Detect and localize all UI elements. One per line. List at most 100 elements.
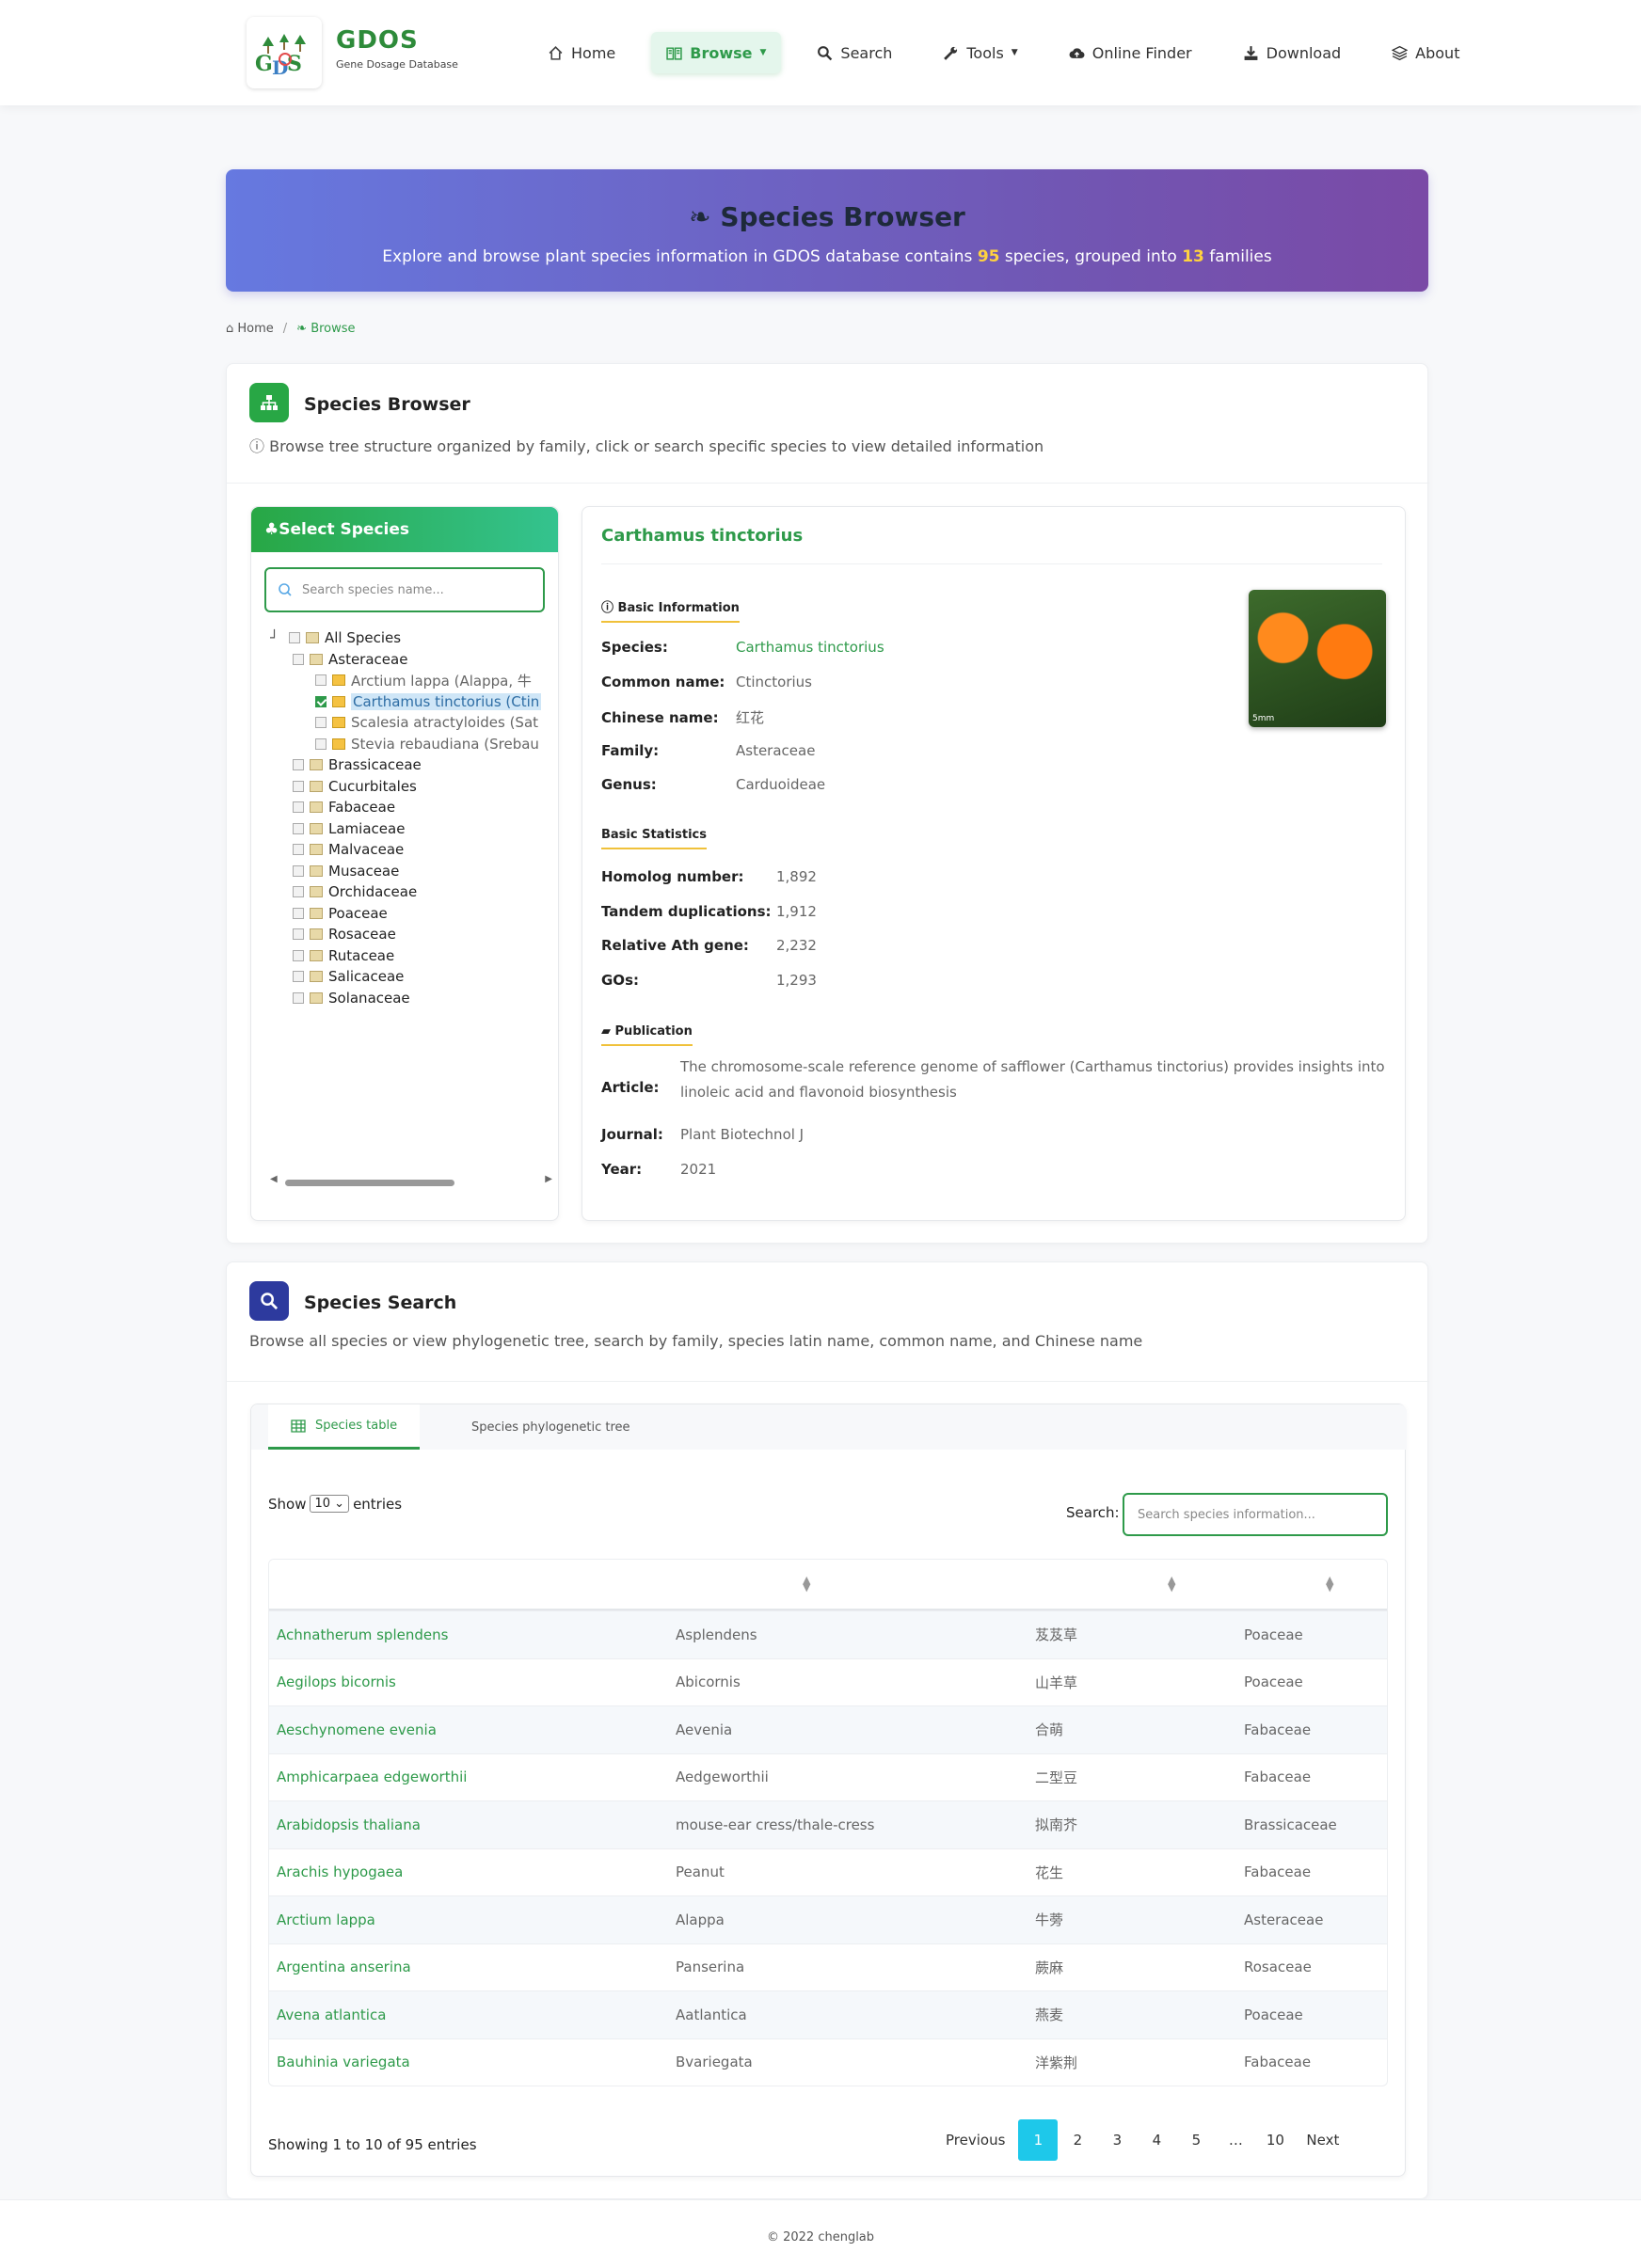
sort-icon[interactable]: ▲ ▼ (803, 1575, 810, 1593)
nav-home[interactable]: Home (533, 32, 630, 73)
tree-family-label: Salicaceae (328, 968, 405, 986)
tab-phylogenetic-tree[interactable]: Species phylogenetic tree (449, 1404, 653, 1450)
tree-checkbox[interactable] (293, 991, 304, 1004)
tab-species-table[interactable]: Species table (268, 1404, 421, 1450)
tree-species-item[interactable]: Scalesia atractyloides (Sat (270, 712, 552, 734)
article-key: Article: (601, 1079, 660, 1096)
tree-checkbox[interactable] (293, 864, 304, 877)
species-name-link[interactable]: Amphicarpaea edgeworthii (269, 1768, 676, 1785)
folder-icon (310, 971, 323, 983)
home-icon: ⌂ (226, 322, 238, 336)
species-name-link[interactable]: Bauhinia variegata (269, 2054, 676, 2070)
tree-family-item[interactable]: Solanaceae (270, 988, 552, 1009)
info-key: Chinese name: (601, 709, 719, 726)
nav-about[interactable]: About (1377, 32, 1474, 73)
tree-checkbox[interactable] (293, 886, 304, 898)
species-name-link[interactable]: Arachis hypogaea (269, 1864, 676, 1880)
chinese-name-cell: 花生 (1035, 1864, 1064, 1881)
tree-checkbox[interactable] (315, 695, 327, 707)
tree-family-item[interactable]: Brassicaceae (270, 754, 552, 776)
tree-family-item[interactable]: Salicaceae (270, 966, 552, 988)
species-search-input[interactable]: Search species name... (264, 567, 545, 612)
species-name-link[interactable]: Arabidopsis thaliana (269, 1816, 676, 1833)
entries-select[interactable]: 10 ⌄ (310, 1495, 350, 1513)
tree-family-item[interactable]: Rosaceae (270, 924, 552, 945)
tree-family-item[interactable]: Fabaceae (270, 797, 552, 818)
tree-checkbox[interactable] (293, 928, 304, 941)
pagination-page[interactable]: 3 (1097, 2119, 1137, 2161)
tree-checkbox[interactable] (293, 759, 304, 771)
scroll-right-icon[interactable]: ▶ (545, 1174, 552, 1184)
logo[interactable]: G D S (247, 17, 322, 88)
tree-horizontal-scrollbar[interactable]: ◀ ▶ (270, 1174, 552, 1188)
tree-species-item[interactable]: Stevia rebaudiana (Srebau (270, 734, 552, 755)
common-name-cell: Bvariegata (676, 2054, 753, 2071)
tree-checkbox[interactable] (293, 780, 304, 792)
nav-tools[interactable]: Tools ▼ (928, 32, 1032, 73)
tree-family-item[interactable]: Poaceae (270, 903, 552, 925)
tree-checkbox[interactable] (293, 971, 304, 983)
species-table-panel: Species table Species phylogenetic tree … (250, 1404, 1407, 2177)
scrollbar-thumb[interactable] (285, 1180, 454, 1186)
nav-browse[interactable]: Browse ▼ (651, 32, 782, 73)
tree-family-item[interactable]: Cucurbitales (270, 776, 552, 798)
chinese-name-cell: 洋紫荆 (1035, 2054, 1078, 2071)
sitemap-icon (249, 383, 289, 422)
species-name-link[interactable]: Argentina anserina (269, 1959, 676, 1975)
pagination-page[interactable]: 2 (1058, 2119, 1097, 2161)
species-name-link[interactable]: Arctium lappa (269, 1911, 676, 1928)
tree-root[interactable]: ┘ All Species (270, 627, 552, 649)
species-name-link[interactable]: Achnatherum splendens (269, 1626, 676, 1643)
info-key: Common name: (601, 673, 725, 690)
table-row: Amphicarpaea edgeworthii Aedgeworthii 二型豆 F… (269, 1753, 1387, 1801)
tree-checkbox[interactable] (293, 907, 304, 919)
table-row: Argentina anserina Panserina 蕨麻 Rosaceae (269, 1943, 1387, 1991)
pagination-page[interactable]: 4 (1137, 2119, 1176, 2161)
nav-online-finder[interactable]: Online Finder (1054, 32, 1207, 73)
nav-download-label: Download (1266, 43, 1342, 62)
tree-checkbox[interactable] (289, 632, 300, 644)
sort-icon[interactable]: ▲ ▼ (1168, 1575, 1175, 1593)
scroll-left-icon[interactable]: ◀ (270, 1174, 278, 1184)
sort-icon[interactable]: ▲ ▼ (1326, 1575, 1333, 1593)
family-count: 13 (1182, 247, 1204, 266)
tree-family-item[interactable]: Rutaceae (270, 945, 552, 967)
pagination-page[interactable]: 10 (1255, 2119, 1295, 2161)
tree-species-item[interactable]: Arctium lappa (Alappa, 牛 (270, 670, 552, 691)
card-divider (227, 1381, 1429, 1382)
species-name-link[interactable]: Aeschynomene evenia (269, 1721, 676, 1738)
species-name-link[interactable]: Aegilops bicornis (269, 1673, 676, 1690)
basic-info-label: ⓘ Basic Information (601, 597, 740, 623)
tree-checkbox[interactable] (293, 844, 304, 856)
family-cell: Asteraceae (1244, 1911, 1324, 1928)
tree-checkbox[interactable] (293, 822, 304, 834)
breadcrumb-home[interactable]: ⌂ Home (226, 322, 274, 336)
tree-species-item[interactable]: Carthamus tinctorius (Ctin (270, 691, 552, 713)
tree-checkbox[interactable] (293, 653, 304, 665)
nav-download[interactable]: Download (1228, 32, 1357, 73)
tree-family-item[interactable]: Orchidaceae (270, 881, 552, 903)
folder-icon (310, 844, 323, 856)
tree-species-label: Stevia rebaudiana (Srebau (351, 735, 539, 753)
pagination-page[interactable]: 5 (1176, 2119, 1216, 2161)
species-photo[interactable]: 5mm (1249, 590, 1386, 727)
brand[interactable]: GDOS Gene Dosage Database (336, 26, 458, 71)
tree-family-item[interactable]: Musaceae (270, 861, 552, 882)
pagination-next[interactable]: Next (1302, 2119, 1343, 2161)
photo-scale-label: 5mm (1252, 714, 1275, 723)
pagination-previous[interactable]: Previous (942, 2119, 1009, 2161)
tree-checkbox[interactable] (293, 801, 304, 814)
tree-checkbox[interactable] (315, 674, 327, 687)
tree-family-item[interactable]: Lamiaceae (270, 818, 552, 840)
species-name-link[interactable]: Avena atlantica (269, 2006, 676, 2023)
pagination-page[interactable]: 1 (1018, 2119, 1059, 2161)
tree-family-asteraceae[interactable]: Asteraceae (270, 649, 552, 671)
nav-search[interactable]: Search (802, 32, 907, 73)
tree-checkbox[interactable] (293, 949, 304, 961)
tree-family-item[interactable]: Malvaceae (270, 839, 552, 861)
table-search-input[interactable]: Search species information... (1123, 1493, 1388, 1536)
tree-family-label: Solanaceae (328, 989, 410, 1007)
tree-checkbox[interactable] (315, 737, 327, 750)
tree-checkbox[interactable] (315, 717, 327, 729)
leaf-icon: ❧ (296, 322, 311, 336)
